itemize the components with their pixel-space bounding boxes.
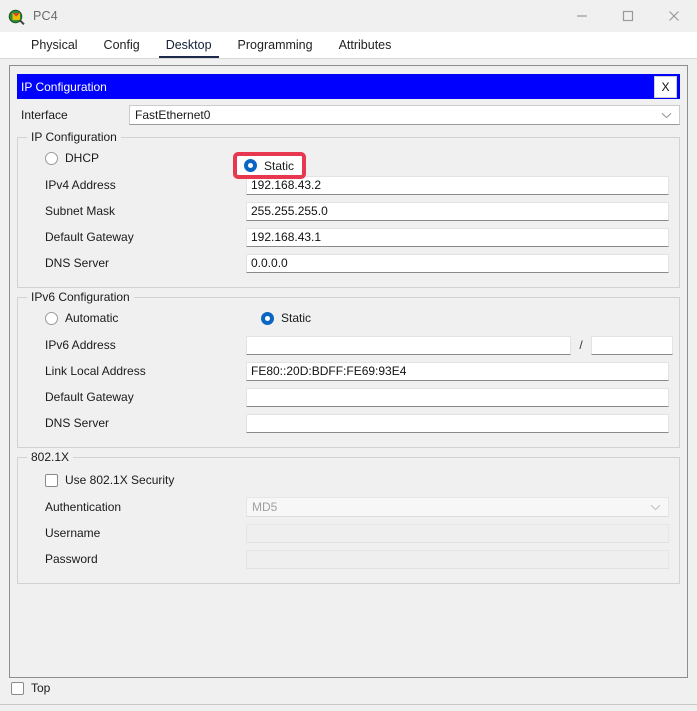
ipv6-static-label: Static <box>281 311 311 325</box>
dot1x-password-label: Password <box>28 552 246 566</box>
tab-desktop[interactable]: Desktop <box>153 38 225 58</box>
dot1x-authentication-value: MD5 <box>252 500 277 514</box>
ipv4-address-label: IPv4 Address <box>28 178 246 192</box>
dot1x-authentication-dropdown: MD5 <box>246 497 669 517</box>
ipv6-static-radio-wrap: Static <box>261 311 311 325</box>
ipv4-default-gateway-row: Default Gateway 192.168.43.1 <box>28 224 669 250</box>
ipv6-dns-server-input[interactable] <box>246 414 669 433</box>
use-dot1x-security-checkbox[interactable] <box>45 474 58 487</box>
status-bar <box>0 704 697 711</box>
ipv4-static-radio-wrap: Static <box>233 152 306 179</box>
tab-programming[interactable]: Programming <box>225 38 326 58</box>
link-local-address-label: Link Local Address <box>28 364 246 378</box>
ipv6-static-radio[interactable] <box>261 312 274 325</box>
ipv6-dns-server-row: DNS Server <box>28 410 669 436</box>
subnet-mask-label: Subnet Mask <box>28 204 246 218</box>
window-titlebar: PC4 <box>0 0 697 32</box>
minimize-icon[interactable] <box>559 0 605 32</box>
ipv6-default-gateway-input[interactable] <box>246 388 669 407</box>
tab-bar: Physical Config Desktop Programming Attr… <box>0 32 697 59</box>
interface-row: Interface FastEthernet0 <box>17 102 680 128</box>
ip-configuration-dialog: IP Configuration X Interface FastEtherne… <box>17 74 680 584</box>
ipv4-address-input[interactable]: 192.168.43.2 <box>246 176 669 195</box>
ipv4-dns-server-row: DNS Server 0.0.0.0 <box>28 250 669 276</box>
ipv4-static-label: Static <box>264 159 294 173</box>
ipv6-dns-server-label: DNS Server <box>28 416 246 430</box>
window-controls <box>559 0 697 32</box>
tab-physical[interactable]: Physical <box>18 38 91 58</box>
top-checkbox[interactable] <box>11 682 24 695</box>
interface-label: Interface <box>21 108 129 122</box>
ipv6-address-row: IPv6 Address / <box>28 332 669 358</box>
ipv4-dns-server-label: DNS Server <box>28 256 246 270</box>
desktop-content-panel: IP Configuration X Interface FastEtherne… <box>9 65 688 678</box>
ipv6-default-gateway-row: Default Gateway <box>28 384 669 410</box>
subnet-mask-input[interactable]: 255.255.255.0 <box>246 202 669 221</box>
chevron-down-icon <box>650 500 661 514</box>
top-checkbox-row: Top <box>11 681 50 695</box>
dot1x-authentication-row: Authentication MD5 <box>28 494 669 520</box>
ip-configuration-legend: IP Configuration <box>27 130 121 144</box>
dialog-title: IP Configuration <box>21 80 107 94</box>
dialog-close-button[interactable]: X <box>654 76 677 98</box>
subnet-mask-row: Subnet Mask 255.255.255.0 <box>28 198 669 224</box>
ipv4-mode-radio-row: DHCP <box>28 144 669 172</box>
ipv6-configuration-group: IPv6 Configuration Automatic Static IPv6… <box>17 297 680 448</box>
ipv4-dns-server-input[interactable]: 0.0.0.0 <box>246 254 669 273</box>
ipv4-static-radio[interactable] <box>244 159 257 172</box>
ipv4-default-gateway-label: Default Gateway <box>28 230 246 244</box>
ipv4-default-gateway-input[interactable]: 192.168.43.1 <box>246 228 669 247</box>
ipv6-configuration-legend: IPv6 Configuration <box>27 290 134 304</box>
ipv6-default-gateway-label: Default Gateway <box>28 390 246 404</box>
dot1x-password-input <box>246 550 669 569</box>
dot1x-username-input <box>246 524 669 543</box>
window-title: PC4 <box>33 9 58 23</box>
use-dot1x-security-label: Use 802.1X Security <box>65 473 174 487</box>
link-local-address-row: Link Local Address FE80::20D:BDFF:FE69:9… <box>28 358 669 384</box>
tab-config[interactable]: Config <box>91 38 153 58</box>
ipv6-prefix-input[interactable] <box>591 336 673 355</box>
dot1x-group: 802.1X Use 802.1X Security Authenticatio… <box>17 457 680 584</box>
ipv6-automatic-radio[interactable] <box>45 312 58 325</box>
dhcp-radio[interactable] <box>45 152 58 165</box>
dot1x-checkbox-row: Use 802.1X Security <box>28 466 669 494</box>
tab-attributes[interactable]: Attributes <box>326 38 405 58</box>
top-label: Top <box>31 681 50 695</box>
dot1x-authentication-label: Authentication <box>28 500 246 514</box>
ipv6-mode-radio-row: Automatic Static <box>28 304 669 332</box>
ipv6-prefix-separator: / <box>571 338 591 352</box>
maximize-icon[interactable] <box>605 0 651 32</box>
ipv4-address-row: IPv4 Address 192.168.43.2 <box>28 172 669 198</box>
packet-tracer-pc-icon <box>8 8 25 25</box>
ip-configuration-group: IP Configuration DHCP IPv4 Address 192.1… <box>17 137 680 288</box>
ipv6-address-input[interactable] <box>246 336 571 355</box>
interface-value: FastEthernet0 <box>135 108 210 122</box>
link-local-address-input[interactable]: FE80::20D:BDFF:FE69:93E4 <box>246 362 669 381</box>
ipv6-automatic-label: Automatic <box>65 311 118 325</box>
interface-dropdown[interactable]: FastEthernet0 <box>129 105 680 125</box>
close-icon[interactable] <box>651 0 697 32</box>
dot1x-username-label: Username <box>28 526 246 540</box>
ipv6-address-label: IPv6 Address <box>28 338 246 352</box>
dot1x-password-row: Password <box>28 546 669 572</box>
dhcp-label: DHCP <box>65 151 99 165</box>
chevron-down-icon <box>661 108 672 122</box>
dot1x-username-row: Username <box>28 520 669 546</box>
dialog-titlebar: IP Configuration X <box>17 74 680 99</box>
dot1x-legend: 802.1X <box>27 450 73 464</box>
